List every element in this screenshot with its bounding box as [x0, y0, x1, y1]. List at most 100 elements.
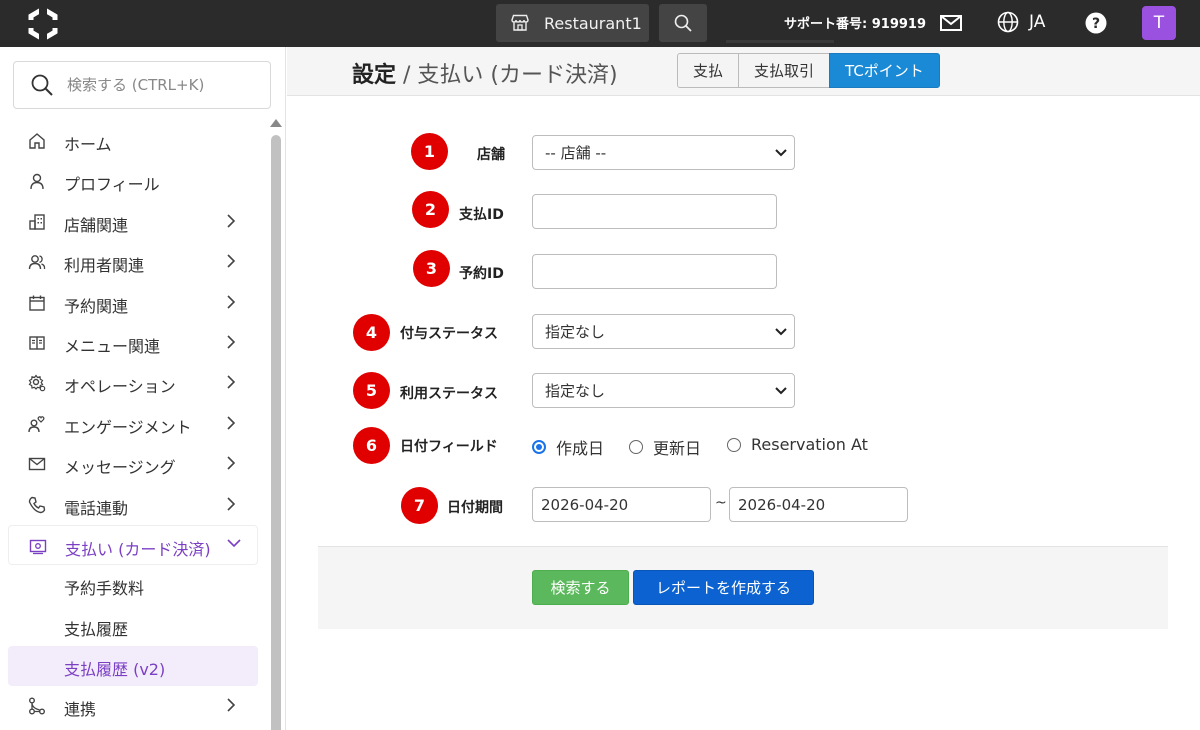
step-badge-1: 1: [411, 133, 448, 170]
scroll-up-arrow[interactable]: [270, 119, 282, 127]
mail-icon: [28, 457, 46, 471]
user-icon: [30, 174, 44, 190]
search-button[interactable]: 検索する: [532, 570, 629, 605]
store-label: 店舗: [477, 147, 505, 163]
sidebar-item-store[interactable]: 店舗関連: [8, 202, 258, 242]
sidebar-scrollbar[interactable]: [271, 135, 281, 730]
radio-button-checked[interactable]: [532, 440, 546, 454]
reservation-id-label: 予約ID: [459, 266, 504, 282]
app-logo-icon[interactable]: [26, 7, 60, 41]
sidebar-item-label: 電話連動: [64, 498, 129, 518]
chevron-right-icon: [227, 375, 236, 389]
step-badge-6: 6: [353, 427, 390, 464]
sidebar-item-phone[interactable]: 電話連動: [8, 485, 258, 525]
sidebar-item-label: プロフィール: [64, 175, 160, 195]
chevron-right-icon: [227, 294, 236, 309]
page-title-bold: 設定: [352, 63, 397, 88]
tab-tc-points[interactable]: TCポイント: [829, 53, 940, 88]
radio-button[interactable]: [629, 440, 643, 454]
grant-status-label: 付与ステータス: [400, 326, 498, 342]
sidebar-item-integration[interactable]: 連携: [8, 686, 258, 726]
sidebar-item-label: メッセージング: [64, 458, 176, 478]
date-field-label: 日付フィールド: [400, 439, 498, 455]
phone-icon: [28, 496, 46, 513]
radio-button[interactable]: [727, 437, 741, 452]
sidebar-item-payments[interactable]: 支払い (カード決済): [8, 524, 258, 566]
search-icon: [674, 14, 692, 32]
sidebar-item-label: 予約手数料: [64, 579, 145, 599]
sidebar-search-input[interactable]: [67, 76, 247, 94]
help-icon[interactable]: ?: [1085, 12, 1107, 34]
use-status-select-value: 指定なし: [545, 382, 606, 400]
user-avatar[interactable]: T: [1142, 6, 1176, 40]
sidebar-item-messaging[interactable]: メッセージング: [8, 444, 258, 484]
store-select[interactable]: -- 店舗 --: [532, 135, 795, 170]
sidebar-item-engagement[interactable]: エンゲージメント: [8, 404, 258, 444]
sidebar-item-label: 店舗関連: [64, 215, 129, 235]
use-status-select[interactable]: 指定なし: [532, 373, 795, 408]
chevron-down-icon: [227, 539, 241, 548]
support-underline: [726, 40, 834, 43]
date-from-input[interactable]: 2026-04-20: [532, 487, 711, 522]
sidebar-item-home[interactable]: ホーム: [8, 121, 258, 161]
tab-group: 支払 支払取引 TCポイント: [677, 53, 940, 88]
building-icon: [29, 214, 45, 230]
payment-icon: [29, 539, 47, 555]
integration-icon: [29, 697, 45, 715]
store-select-value: -- 店舗 --: [545, 144, 607, 162]
date-separator: ~: [715, 495, 727, 511]
sidebar-item-menu[interactable]: メニュー関連: [8, 323, 258, 363]
sidebar-menu: ホーム プロフィール 店舗関連 利用者関連 予約関連 メニュー関連 オペレーショ…: [8, 121, 258, 727]
sidebar-subitem-payment-history-v2[interactable]: 支払履歴 (v2): [8, 646, 258, 687]
form-actions-panel: 検索する レポートを作成する: [318, 546, 1168, 629]
date-field-option-created[interactable]: 作成日: [532, 435, 604, 459]
date-field-option-updated[interactable]: 更新日: [629, 435, 701, 459]
page-title: 設定 / 支払い (カード決済): [352, 57, 618, 89]
create-report-button[interactable]: レポートを作成する: [633, 570, 814, 605]
globe-icon[interactable]: [997, 11, 1019, 33]
sidebar-item-label: 予約関連: [64, 296, 129, 316]
store-selector-button[interactable]: Restaurant1: [496, 4, 649, 42]
page-title-rest: / 支払い (カード決済): [396, 63, 618, 88]
chevron-right-icon: [227, 335, 236, 349]
chevron-down-icon: [775, 328, 787, 336]
reservation-id-input[interactable]: [532, 254, 777, 289]
sidebar-item-label: オペレーション: [64, 377, 176, 397]
svg-text:?: ?: [1092, 16, 1100, 32]
sidebar-search[interactable]: [13, 61, 271, 109]
payment-id-label: 支払ID: [459, 207, 504, 223]
grant-status-select-value: 指定なし: [545, 323, 606, 341]
step-badge-7: 7: [401, 487, 438, 524]
global-search-button[interactable]: [659, 4, 707, 42]
support-number: サポート番号: 919919: [784, 17, 926, 32]
grant-status-select[interactable]: 指定なし: [532, 314, 795, 349]
engagement-icon: [28, 415, 45, 432]
date-range-label: 日付期間: [447, 500, 503, 516]
date-to-input[interactable]: 2026-04-20: [729, 487, 908, 522]
step-badge-3: 3: [413, 250, 450, 287]
step-badge-4: 4: [353, 314, 390, 351]
sidebar-item-label: 利用者関連: [64, 256, 145, 276]
chevron-right-icon: [227, 416, 236, 430]
store-name: Restaurant1: [544, 13, 642, 33]
date-field-option-reservation-at[interactable]: Reservation At: [727, 435, 868, 454]
sidebar: ホーム プロフィール 店舗関連 利用者関連 予約関連 メニュー関連: [0, 47, 286, 730]
payment-id-input[interactable]: [532, 194, 777, 229]
radio-label: 作成日: [556, 439, 605, 458]
book-icon: [29, 336, 45, 350]
sidebar-subitem-reservation-fee[interactable]: 予約手数料: [8, 565, 258, 605]
radio-label: 更新日: [653, 439, 702, 458]
sidebar-item-profile[interactable]: プロフィール: [8, 161, 258, 201]
sidebar-item-operations[interactable]: オペレーション: [8, 363, 258, 403]
sidebar-item-users[interactable]: 利用者関連: [8, 242, 258, 282]
store-icon: [511, 14, 529, 31]
chevron-right-icon: [227, 496, 236, 511]
chevron-down-icon: [775, 149, 787, 157]
sidebar-item-reservations[interactable]: 予約関連: [8, 283, 258, 323]
sidebar-subitem-payment-history[interactable]: 支払履歴: [8, 606, 258, 646]
tab-payments[interactable]: 支払: [677, 53, 740, 88]
tab-payment-transactions[interactable]: 支払取引: [738, 53, 831, 88]
mail-icon[interactable]: [939, 13, 963, 33]
language-switch[interactable]: JA: [1029, 12, 1045, 32]
top-bar: Restaurant1 サポート番号: 919919 JA ? T: [0, 0, 1200, 47]
